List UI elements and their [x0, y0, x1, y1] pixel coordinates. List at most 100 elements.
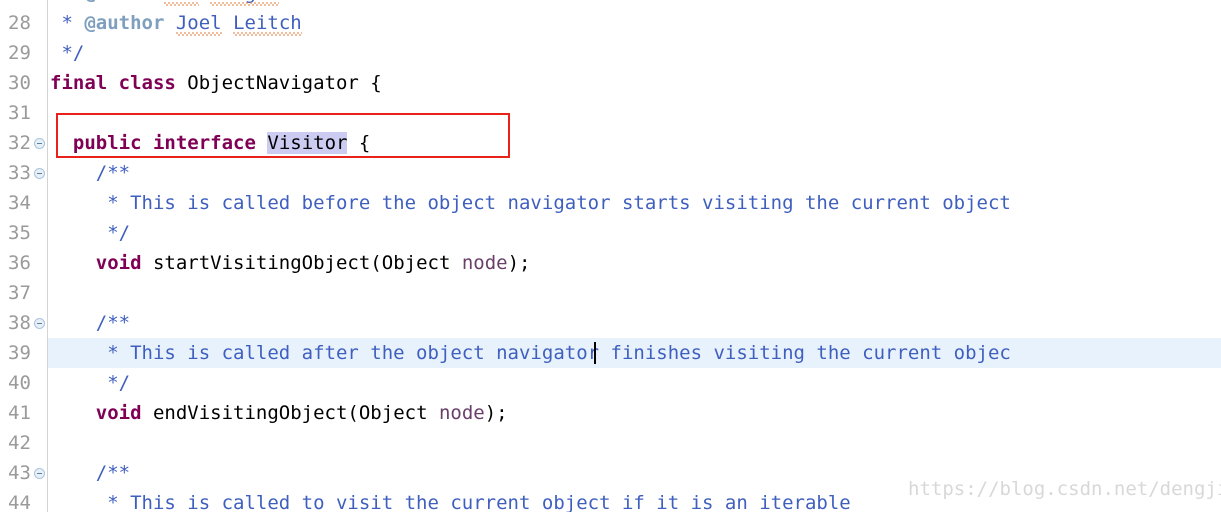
code-line[interactable]: final class ObjectNavigator { — [47, 68, 1221, 98]
line-number: 42 — [8, 432, 31, 454]
fold-collapse-icon[interactable] — [34, 468, 45, 479]
gutter-line[interactable]: 41 — [0, 398, 47, 428]
watermark-url: https://blog.csdn.net/dengjili — [908, 478, 1221, 500]
occurrence-highlight: Visitor — [267, 132, 348, 154]
code-line[interactable]: /** — [47, 158, 1221, 188]
code-token: public interface — [72, 132, 256, 154]
gutter-line[interactable]: 28 — [0, 8, 47, 38]
line-number: 39 — [8, 342, 31, 364]
code-token: ); — [507, 252, 531, 274]
gutter-line[interactable]: 40 — [0, 368, 47, 398]
code-token: /** — [50, 162, 131, 184]
code-token: endVisitingObject(Object — [141, 402, 439, 424]
code-token: /** — [50, 462, 131, 484]
line-number: 37 — [8, 282, 31, 304]
code-editor[interactable]: 27282930313233343536373839404142434445 *… — [0, 0, 1221, 512]
code-line[interactable] — [47, 428, 1221, 458]
gutter-line[interactable]: 38 — [0, 308, 47, 338]
line-number: 31 — [8, 102, 31, 124]
line-number: 29 — [8, 42, 31, 64]
code-token: iterable — [759, 492, 851, 512]
line-number: 32 — [8, 132, 31, 154]
code-line-text: * @since 1.0 length — [50, 0, 279, 8]
code-token: Joel — [175, 12, 222, 34]
code-content-area[interactable]: * @since 1.0 length * @author Joel Leitc… — [47, 0, 1221, 512]
code-line[interactable]: */ — [47, 218, 1221, 248]
code-token: length — [210, 0, 279, 4]
code-token: node — [438, 402, 485, 424]
code-token: * — [50, 0, 84, 4]
code-line-text: * This is called after the object naviga… — [50, 338, 1011, 368]
gutter-line[interactable]: 35 — [0, 218, 47, 248]
spellcheck-squiggle: length — [210, 0, 279, 8]
gutter-line[interactable]: 27 — [0, 0, 47, 8]
gutter-line[interactable]: 43 — [0, 458, 47, 488]
line-number: 40 — [8, 372, 31, 394]
code-token: startVisitingObject(Object — [141, 252, 462, 274]
code-line-text: final class ObjectNavigator { — [50, 68, 382, 98]
code-line[interactable]: void startVisitingObject(Object node); — [47, 248, 1221, 278]
gutter-line[interactable]: 36 — [0, 248, 47, 278]
code-line[interactable]: */ — [47, 368, 1221, 398]
code-token: Leitch — [233, 12, 302, 34]
code-line-text: * This is called before the object navig… — [50, 188, 1011, 218]
code-line[interactable] — [47, 98, 1221, 128]
code-token: */ — [50, 42, 85, 64]
line-number: 27 — [8, 0, 34, 8]
code-token: @author — [84, 12, 165, 34]
line-number: 36 — [8, 252, 31, 274]
gutter-line[interactable]: 34 — [0, 188, 47, 218]
code-token: @since — [84, 0, 153, 4]
code-token: * This is called to visit the current ob… — [50, 492, 760, 512]
code-token: void — [95, 402, 142, 424]
code-line[interactable]: public interface Visitor { — [47, 128, 1221, 158]
code-line-text: * This is called to visit the current ob… — [50, 488, 851, 512]
gutter-line[interactable]: 32 — [0, 128, 47, 158]
fold-collapse-icon[interactable] — [34, 138, 45, 149]
code-line[interactable]: */ — [47, 38, 1221, 68]
code-line-text: * @author Joel Leitch — [50, 8, 302, 38]
fold-collapse-icon[interactable] — [34, 168, 45, 179]
code-token: /** — [50, 312, 131, 334]
gutter-line[interactable]: 29 — [0, 38, 47, 68]
gutter-line[interactable]: 30 — [0, 68, 47, 98]
code-line[interactable]: * @since 1.0 length — [47, 0, 1221, 8]
code-token: */ — [50, 372, 131, 394]
gutter-line[interactable]: 44 — [0, 488, 47, 512]
code-line-text: /** — [50, 458, 130, 488]
code-line-text: */ — [50, 218, 130, 248]
code-line-text: */ — [50, 38, 84, 68]
code-token: * — [50, 12, 85, 34]
code-line[interactable]: * @author Joel Leitch — [47, 8, 1221, 38]
line-number: 28 — [8, 12, 31, 34]
gutter-line[interactable]: 33 — [0, 158, 47, 188]
code-token: * This is called after the object naviga… — [50, 342, 1011, 364]
fold-collapse-icon[interactable] — [34, 318, 45, 329]
gutter-line[interactable]: 42 — [0, 428, 47, 458]
code-line[interactable]: * This is called after the object naviga… — [47, 338, 1221, 368]
code-line[interactable]: * This is called before the object navig… — [47, 188, 1221, 218]
code-line-text: /** — [50, 308, 130, 338]
code-line[interactable]: void endVisitingObject(Object node); — [47, 398, 1221, 428]
code-token: void — [95, 252, 142, 274]
code-line[interactable]: /** — [47, 308, 1221, 338]
gutter-line[interactable]: 39 — [0, 338, 47, 368]
gutter-line[interactable]: 37 — [0, 278, 47, 308]
line-number: 33 — [8, 162, 31, 184]
gutter-line[interactable]: 31 — [0, 98, 47, 128]
code-line-text: */ — [50, 368, 130, 398]
code-token: final class — [50, 72, 176, 94]
code-token: 1.0 — [164, 0, 198, 4]
code-token: */ — [50, 222, 131, 244]
code-line[interactable] — [47, 278, 1221, 308]
line-number-gutter[interactable]: 27282930313233343536373839404142434445 — [0, 0, 48, 512]
text-caret — [594, 342, 596, 364]
line-number: 43 — [8, 462, 31, 484]
